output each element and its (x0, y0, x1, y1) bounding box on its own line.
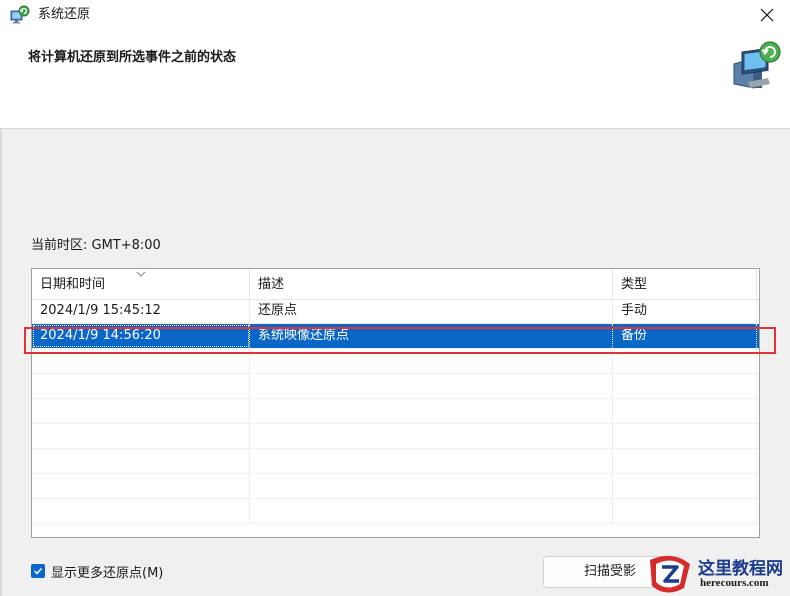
table-row-empty (32, 349, 759, 374)
system-restore-icon (10, 5, 30, 24)
row-description: 还原点 (250, 299, 613, 323)
window-title: 系统还原 (38, 7, 91, 22)
table-row-empty (32, 374, 759, 399)
restore-points-table[interactable]: 日期和时间 描述 类型 2024/1/9 15:45:12 还原点 手动 202… (31, 268, 760, 538)
table-row-empty (32, 424, 759, 449)
table-row-empty (32, 399, 759, 424)
table-row[interactable]: 2024/1/9 15:45:12 还原点 手动 (32, 299, 759, 324)
empty-cell (613, 374, 757, 398)
table-row-empty (32, 449, 759, 474)
page-heading: 将计算机还原到所选事件之前的状态 (28, 50, 237, 65)
column-header-type[interactable]: 类型 (613, 269, 757, 299)
timezone-label: 当前时区: GMT+8:00 (31, 238, 161, 253)
row-type: 手动 (613, 299, 757, 323)
empty-cell (613, 424, 757, 448)
empty-cell (613, 474, 757, 498)
watermark: 这里教程网 herecours.com (646, 552, 790, 596)
sort-chevron-icon (136, 271, 146, 277)
empty-cell (32, 399, 250, 423)
row-type: 备份 (613, 324, 757, 348)
window-edge (0, 128, 2, 596)
table-body: 2024/1/9 15:45:12 还原点 手动 2024/1/9 14:56:… (32, 299, 759, 524)
empty-cell (250, 499, 613, 523)
checkbox-checked[interactable] (31, 564, 45, 578)
empty-cell (32, 349, 250, 373)
checkmark-icon (33, 567, 43, 575)
show-more-restore-points-checkbox[interactable]: 显示更多还原点(M) (31, 562, 164, 581)
watermark-text-cn: 这里教程网 (698, 559, 783, 579)
empty-cell (32, 374, 250, 398)
empty-cell (613, 349, 757, 373)
row-datetime: 2024/1/9 15:45:12 (32, 299, 250, 323)
empty-cell (613, 499, 757, 523)
table-row-empty (32, 499, 759, 524)
table-row-empty (32, 474, 759, 499)
row-datetime: 2024/1/9 14:56:20 (32, 324, 250, 348)
empty-cell (32, 424, 250, 448)
empty-cell (32, 499, 250, 523)
table-header: 日期和时间 描述 类型 (32, 269, 759, 300)
empty-cell (613, 399, 757, 423)
empty-cell (250, 424, 613, 448)
empty-cell (32, 449, 250, 473)
empty-cell (613, 449, 757, 473)
empty-cell (32, 474, 250, 498)
watermark-text-en: herecours.com (700, 577, 769, 589)
table-row-selected[interactable]: 2024/1/9 14:56:20 系统映像还原点 备份 (32, 324, 759, 349)
show-more-label: 显示更多还原点(M) (51, 565, 164, 581)
empty-cell (250, 374, 613, 398)
watermark-logo-icon (650, 555, 690, 593)
system-restore-window: 系统还原 将计算机还原到所选事件之前的状态 当前时区: GMT+8:00 日期和… (0, 0, 790, 596)
empty-cell (250, 474, 613, 498)
title-bar: 系统还原 (0, 0, 790, 30)
column-header-description[interactable]: 描述 (250, 269, 613, 299)
empty-cell (250, 399, 613, 423)
restore-computer-icon (733, 41, 781, 89)
header-panel: 将计算机还原到所选事件之前的状态 (0, 30, 790, 129)
row-description: 系统映像还原点 (250, 324, 613, 348)
close-icon (760, 8, 774, 22)
empty-cell (250, 449, 613, 473)
close-button[interactable] (744, 0, 790, 30)
empty-cell (250, 349, 613, 373)
